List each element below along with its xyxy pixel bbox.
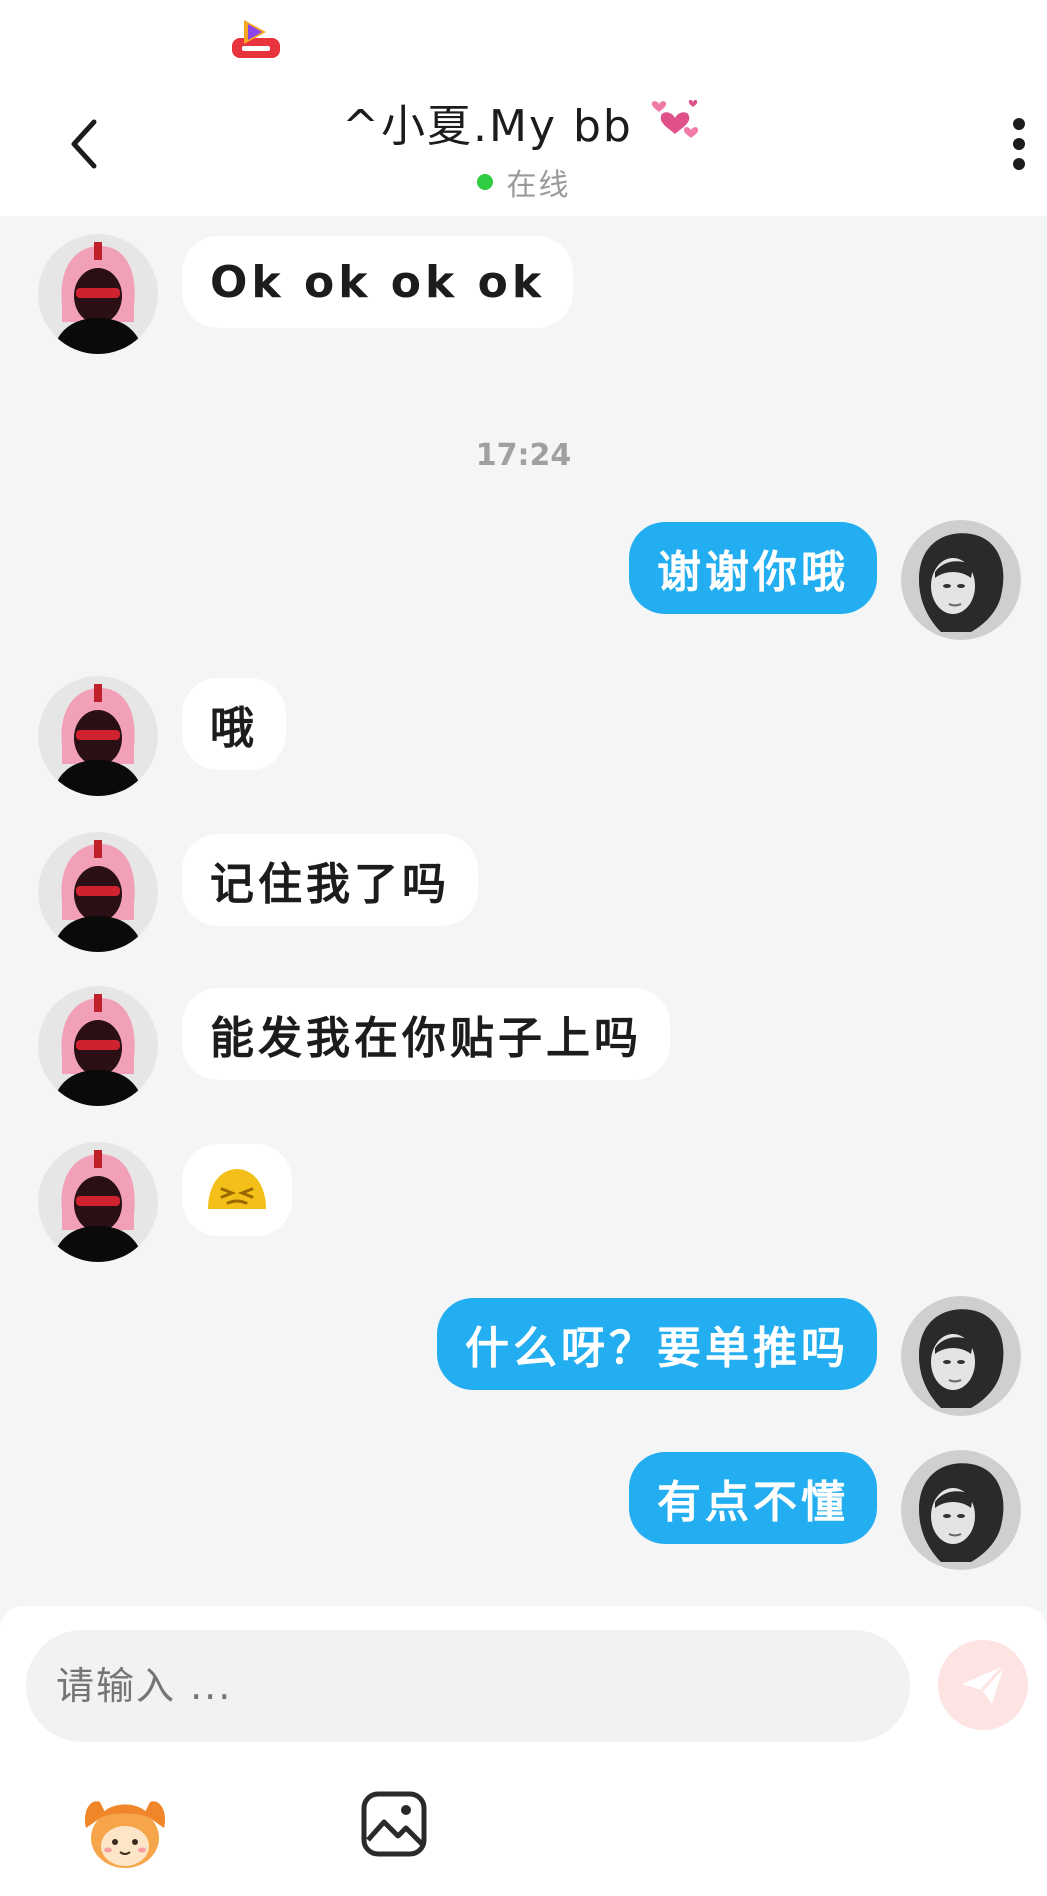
more-button[interactable] [997,112,1041,176]
title-block: ^小夏.My bb 在线 [0,90,1047,204]
send-icon [962,1664,1006,1704]
online-status: 在线 [476,160,571,204]
chat-header: ^小夏.My bb 在线 [0,70,1047,216]
message-bubble[interactable]: 哦 [182,678,286,770]
contact-name: ^小夏.My bb [342,101,633,152]
online-dot [476,174,493,190]
online-status-label: 在线 [506,168,571,203]
message-bubble[interactable]: 什么呀？要单推吗 [437,1298,877,1390]
chat-screen: ^小夏.My bb 在线 Ok ok ok ok 17:24 谢谢你哦 哦 记住… [0,0,1047,1896]
contact-avatar[interactable] [38,234,158,354]
message-bubble[interactable]: 谢谢你哦 [629,522,877,614]
image-icon [361,1791,427,1857]
mascot-icon [84,1801,166,1868]
contact-avatar[interactable] [38,1142,158,1262]
image-picker-button[interactable] [360,1790,428,1858]
my-avatar[interactable] [901,520,1021,640]
message-bubble[interactable]: 有点不懂 [629,1452,877,1544]
more-icon [1013,118,1025,170]
message-bubble[interactable]: Ok ok ok ok [182,236,574,328]
app-badge-icon [230,14,282,60]
message-bubble[interactable]: 能发我在你贴子上吗 [182,988,670,1080]
my-avatar[interactable] [901,1296,1021,1416]
status-bar [0,0,1047,70]
message-input[interactable] [26,1630,910,1742]
contact-avatar[interactable] [38,676,158,796]
emoji-message-bubble[interactable] [182,1144,292,1236]
contact-avatar[interactable] [38,986,158,1106]
hearts-icon [645,92,705,152]
mascot-sticker-button[interactable] [80,1788,170,1878]
composer [0,1606,1047,1896]
pleading-emoji-icon [208,1169,266,1209]
message-timestamp: 17:24 [475,438,572,473]
contact-avatar[interactable] [38,832,158,952]
send-button[interactable] [938,1640,1028,1730]
my-avatar[interactable] [901,1450,1021,1570]
message-bubble[interactable]: 记住我了吗 [182,834,478,926]
